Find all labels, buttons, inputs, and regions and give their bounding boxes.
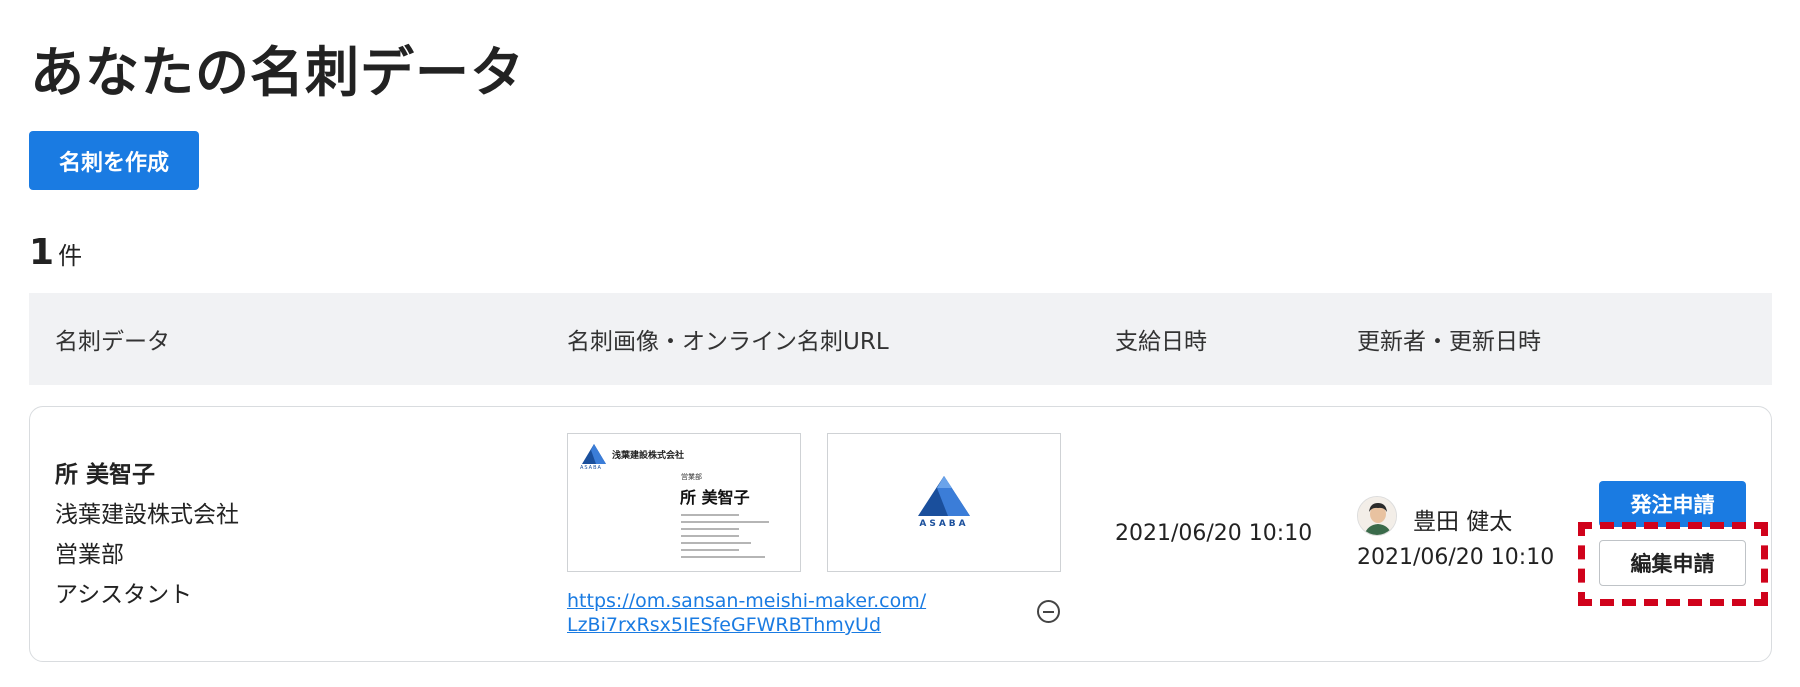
result-count-number: 1	[29, 232, 55, 273]
card-front-image[interactable]: 浅葉建設株式会社 ASABA 営業部 所 美智子	[567, 433, 801, 572]
department-name: 営業部	[55, 542, 124, 568]
asaba-logo-icon	[918, 476, 970, 516]
person-name: 所 美智子	[55, 462, 156, 488]
online-card-url-link[interactable]: https://om.sansan-meishi-maker.com/LzBi7…	[567, 589, 927, 637]
position-title: アシスタント	[55, 582, 193, 608]
user-avatar-icon	[1358, 497, 1396, 535]
card-back-logo-text: ASABA	[919, 519, 969, 529]
order-request-button[interactable]: 発注申請	[1599, 481, 1746, 527]
column-header-card-data: 名刺データ	[55, 329, 170, 355]
card-data-cell: 所 美智子 浅葉建設株式会社 営業部 アシスタント	[55, 455, 239, 615]
table-header: 名刺データ 名刺画像・オンライン名刺URL 支給日時 更新者・更新日時	[29, 293, 1772, 385]
issued-date: 2021/06/20 10:10	[1115, 521, 1313, 546]
company-name: 浅葉建設株式会社	[55, 502, 239, 528]
result-count: 1 件	[29, 232, 82, 273]
column-header-card-image-url: 名刺画像・オンライン名刺URL	[567, 329, 889, 355]
card-front-name: 所 美智子	[680, 488, 750, 507]
column-header-updater: 更新者・更新日時	[1357, 329, 1541, 355]
minus-circle-icon[interactable]	[1037, 600, 1060, 623]
updater-name: 豊田 健太	[1413, 509, 1513, 535]
edit-request-button[interactable]: 編集申請	[1599, 540, 1746, 586]
card-back-image[interactable]: ASABA	[827, 433, 1061, 572]
page-title: あなたの名刺データ	[30, 41, 525, 104]
column-header-issued-date: 支給日時	[1115, 329, 1207, 355]
result-count-unit: 件	[58, 242, 83, 270]
create-card-button[interactable]: 名刺を作成	[29, 131, 199, 190]
asaba-logo-icon	[582, 444, 606, 464]
card-front-company: 浅葉建設株式会社	[612, 451, 685, 461]
avatar	[1357, 496, 1397, 536]
card-front-department: 営業部	[681, 473, 702, 481]
updated-date: 2021/06/20 10:10	[1357, 545, 1555, 570]
card-front-logo-text: ASABA	[580, 465, 602, 471]
card-front-contact-lines	[681, 514, 769, 563]
